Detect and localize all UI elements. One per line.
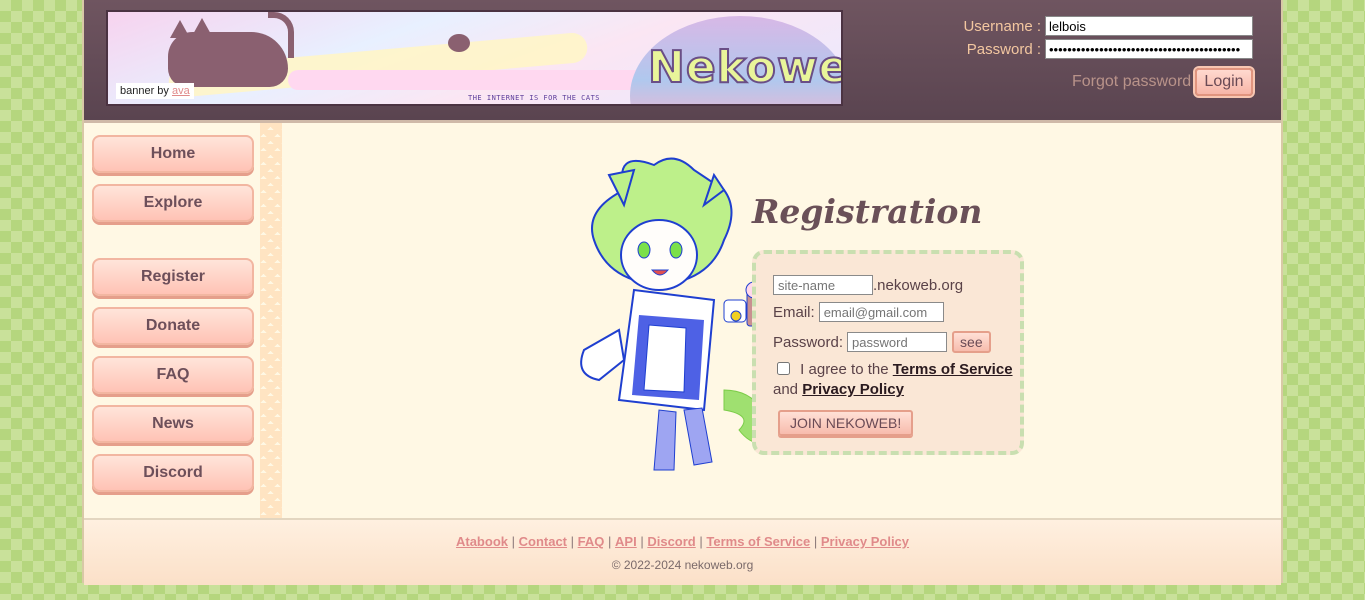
reg-password-input[interactable]: [847, 332, 948, 352]
mini-cat-icon: [448, 34, 470, 52]
terms-link[interactable]: Terms of Service: [893, 361, 1013, 378]
footer-separator: |: [511, 534, 515, 549]
site-name-input[interactable]: [773, 275, 873, 295]
username-input[interactable]: [1045, 16, 1253, 36]
sidebar-item-home[interactable]: Home: [92, 135, 254, 173]
footer-link-privacy[interactable]: Privacy Policy: [821, 534, 909, 549]
banner[interactable]: Nekoweb THE INTERNET IS FOR THE CATS ban…: [106, 10, 843, 106]
email-label: Email:: [773, 303, 815, 321]
join-button[interactable]: JOIN NEKOWEB!: [778, 410, 914, 436]
banner-credit-text: banner by: [120, 85, 169, 97]
password-row: Password: see: [773, 331, 991, 353]
footer-separator: |: [813, 534, 818, 549]
footer-separator: |: [640, 534, 644, 549]
agree-text: I agree to the: [800, 361, 889, 378]
footer-separator: |: [608, 534, 612, 549]
email-row: Email:: [773, 302, 944, 322]
footer-link-contact[interactable]: Contact: [519, 534, 567, 549]
privacy-link[interactable]: Privacy Policy: [802, 381, 904, 398]
agree-row: I agree to the Terms of Service and Priv…: [773, 360, 1013, 400]
cat-tail: [268, 12, 294, 58]
banner-credit: banner by ava: [116, 83, 194, 99]
footer-link-terms[interactable]: Terms of Service: [706, 534, 810, 549]
password-input[interactable]: [1045, 39, 1253, 59]
username-label: Username :: [963, 17, 1041, 35]
footer-copyright: © 2022-2024 nekoweb.org: [611, 558, 754, 572]
page-title: Registration: [752, 192, 983, 231]
login-button[interactable]: Login: [1195, 68, 1253, 96]
banner-cloud: [288, 70, 648, 90]
email-input[interactable]: [818, 302, 944, 322]
sidebar-item-faq[interactable]: FAQ: [92, 356, 254, 394]
registration-form: .nekoweb.org Email: Password: see I agre…: [752, 250, 1024, 455]
reg-password-label: Password:: [773, 333, 844, 351]
footer-link-faq[interactable]: FAQ: [578, 534, 605, 549]
banner-logo: Nekoweb: [647, 41, 841, 94]
password-label: Password :: [966, 40, 1041, 58]
and-text: and: [773, 381, 799, 398]
catgirl-mascot-image: [580, 157, 775, 471]
header: Nekoweb THE INTERNET IS FOR THE CATS ban…: [84, 0, 1281, 123]
page: Nekoweb THE INTERNET IS FOR THE CATS ban…: [82, 0, 1283, 585]
show-password-button[interactable]: see: [952, 331, 991, 353]
sidebar-item-news[interactable]: News: [92, 405, 254, 443]
footer-link-api[interactable]: API: [615, 534, 637, 549]
footer-link-discord[interactable]: Discord: [647, 534, 695, 549]
site-suffix: .nekoweb.org: [873, 276, 964, 294]
footer-separator: |: [570, 534, 575, 549]
footer-links: Atabook | Contact | FAQ | API | Discord …: [84, 534, 1281, 549]
site-name-row: .nekoweb.org: [773, 275, 963, 295]
sidebar-item-explore[interactable]: Explore: [92, 184, 254, 222]
sidebar-item-register[interactable]: Register: [92, 258, 254, 296]
footer-link-atabook[interactable]: Atabook: [456, 534, 508, 549]
username-row: Username :: [963, 16, 1253, 36]
join-row: JOIN NEKOWEB!: [778, 410, 914, 436]
sidebar-item-discord[interactable]: Discord: [92, 454, 254, 492]
footer: Atabook | Contact | FAQ | API | Discord …: [84, 518, 1281, 585]
agree-checkbox[interactable]: [777, 362, 790, 375]
footer-separator: |: [699, 534, 703, 549]
sidebar: Home Explore Register Donate FAQ News Di…: [84, 123, 279, 518]
banner-credit-link[interactable]: ava: [172, 85, 190, 97]
forgot-password-link[interactable]: Forgot password: [1072, 73, 1191, 91]
sidebar-item-donate[interactable]: Donate: [92, 307, 254, 345]
password-row: Password :: [967, 39, 1253, 59]
banner-tagline: THE INTERNET IS FOR THE CATS: [468, 94, 601, 102]
